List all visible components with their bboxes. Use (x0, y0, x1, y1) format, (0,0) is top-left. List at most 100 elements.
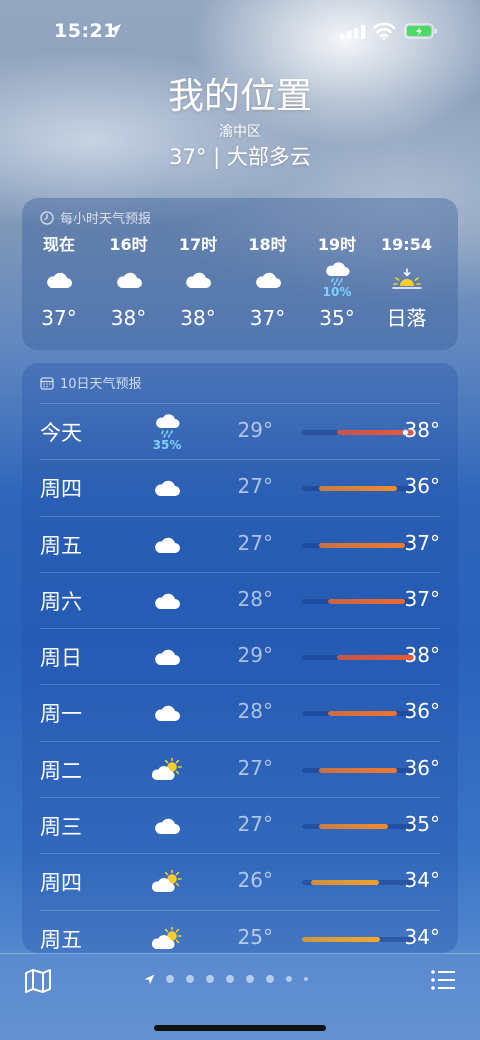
day-label: 周三 (40, 815, 82, 840)
daily-row[interactable]: 周日 29° 38° (40, 628, 440, 684)
low-temperature: 28° (237, 699, 273, 724)
hourly-item[interactable]: 19时 10% 35° (302, 234, 372, 344)
page-dot[interactable] (226, 975, 234, 983)
page-dot[interactable] (266, 975, 274, 983)
page-dot[interactable] (206, 975, 214, 983)
daily-row[interactable]: 周六 28° 37° (40, 571, 440, 628)
day-label: 周五 (40, 927, 82, 952)
high-temperature: 35° (404, 812, 440, 837)
day-label: 周日 (40, 646, 82, 671)
temperature-range-bar (319, 542, 406, 548)
temperature-range-bar (327, 598, 406, 604)
battery-charging-icon (404, 23, 437, 39)
list-icon[interactable] (430, 969, 456, 991)
home-indicator[interactable] (154, 1025, 326, 1031)
page-dot[interactable] (246, 975, 254, 983)
daily-forecast-card[interactable]: 10日天气预报 今天 35% 29° 38° 周四 27° 36° 周五 27° 37° 周六 28°… (22, 363, 458, 953)
cloud-icon (144, 460, 190, 516)
bottom-toolbar (0, 953, 480, 1040)
daily-row[interactable]: 今天 35% 29° 38° (40, 403, 440, 459)
daily-row[interactable]: 周四 27° 36° (40, 459, 440, 515)
location-header: 我的位置 渝中区 37° | 大部多云 (0, 74, 480, 172)
map-icon[interactable] (24, 968, 52, 994)
calendar-icon (40, 376, 54, 390)
hour-label: 18时 (248, 235, 287, 254)
hourly-list[interactable]: 现在 37° 16时 38° 17时 38° 18时 37° 19时 10% 35° 19:54 日落 (22, 234, 458, 344)
temperature-range-track (302, 767, 414, 773)
day-label: 周六 (40, 589, 82, 614)
daily-row[interactable]: 周五 27° 37° (40, 515, 440, 573)
location-district: 渝中区 (219, 124, 261, 140)
high-temperature: 34° (404, 924, 440, 949)
day-label: 周五 (40, 533, 82, 558)
high-temperature: 38° (404, 418, 440, 442)
daily-card-header: 10日天气预报 (40, 373, 142, 392)
daily-row[interactable]: 周四 26° 34° (40, 853, 440, 909)
hourly-item[interactable]: 16时 38° (94, 234, 164, 344)
hourly-forecast-card[interactable]: 每小时天气预报 现在 37° 16时 38° 17时 38° 18时 37° 19时 10% 35°… (22, 198, 458, 350)
temperature-range-track (302, 936, 414, 942)
day-label: 周四 (40, 477, 82, 502)
day-label: 周二 (40, 758, 82, 783)
day-label: 今天 (40, 421, 82, 445)
day-label: 周一 (40, 702, 82, 727)
daily-card-title: 10日天气预报 (60, 377, 142, 392)
cloud-icon (144, 517, 190, 573)
cloud-icon (163, 256, 233, 304)
temperature-range-track (302, 824, 414, 830)
daily-row[interactable]: 周二 27° 36° (40, 740, 440, 798)
temperature-range-track (302, 486, 414, 492)
daily-row[interactable]: 周三 27° 35° (40, 797, 440, 853)
hour-temperature: 日落 (386, 306, 427, 330)
low-temperature: 29° (237, 643, 273, 668)
hourly-card-title: 每小时天气预报 (60, 212, 152, 227)
partly-sunny-icon (144, 742, 190, 798)
temperature-range-track (302, 655, 414, 661)
low-temperature: 27° (237, 755, 273, 780)
cloud-rain-icon: 35% (144, 404, 190, 460)
daily-row[interactable]: 周一 28° 36° (40, 684, 440, 740)
page-dot[interactable] (286, 976, 292, 982)
low-temperature: 27° (237, 474, 273, 499)
wifi-icon (373, 22, 395, 40)
hourly-item[interactable]: 19:54 日落 (372, 234, 442, 344)
hour-label: 16时 (109, 235, 148, 254)
high-temperature: 38° (404, 643, 440, 668)
precipitation-chance: 35% (152, 437, 182, 452)
page-dot[interactable] (304, 977, 308, 981)
partly-sunny-icon (144, 854, 190, 910)
cloud-icon (233, 256, 303, 304)
cloud-icon (144, 685, 190, 741)
hourly-card-header: 每小时天气预报 (40, 208, 151, 227)
high-temperature: 34° (404, 868, 440, 893)
high-temperature: 36° (404, 699, 440, 724)
sunset-icon (372, 256, 442, 304)
hour-temperature: 38° (180, 306, 216, 330)
cloud-icon (94, 256, 164, 304)
hourly-item[interactable]: 现在 37° (24, 234, 94, 344)
hourly-item[interactable]: 18时 37° (233, 234, 303, 344)
status-bar: 15:21 (0, 0, 480, 62)
cloud-icon (144, 629, 190, 685)
temperature-range-bar (319, 486, 397, 492)
cloud-icon (24, 256, 94, 304)
hour-label: 19时 (317, 235, 357, 254)
temperature-range-track (302, 542, 414, 548)
low-temperature: 29° (237, 418, 273, 442)
page-dot[interactable] (186, 975, 194, 983)
temperature-range-track (302, 429, 414, 436)
daily-list[interactable]: 今天 35% 29° 38° 周四 27° 36° 周五 27° 37° 周六 28° 37° 周日 29°… (40, 403, 440, 966)
page-indicator[interactable] (143, 972, 320, 986)
low-temperature: 26° (237, 868, 273, 893)
hour-temperature: 37° (249, 306, 286, 330)
hourly-item[interactable]: 17时 38° (163, 234, 233, 344)
temperature-range-track (302, 711, 414, 717)
cloud-icon (144, 798, 190, 854)
location-title: 我的位置 (167, 76, 312, 117)
page-dot[interactable] (166, 975, 174, 983)
clock-icon (40, 210, 54, 225)
temperature-range-bar (336, 655, 414, 661)
day-label: 周四 (40, 871, 82, 896)
temperature-range-bar (319, 824, 389, 830)
temperature-range-track (302, 880, 414, 886)
